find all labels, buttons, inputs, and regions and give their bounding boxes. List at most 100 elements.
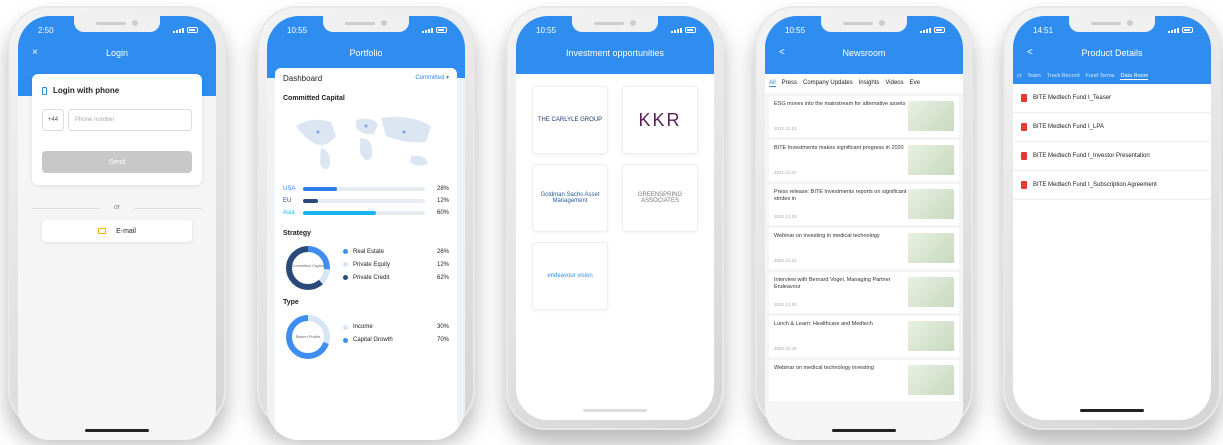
news-tab[interactable]: Company Updates — [803, 80, 853, 87]
document-row[interactable]: BITE Medtech Fund I_Teaser — [1013, 84, 1211, 113]
pdf-icon — [1021, 94, 1027, 102]
document-name: BITE Medtech Fund I_LPA — [1033, 124, 1104, 130]
clock: 10:55 — [536, 25, 557, 35]
strategy-row: Committed Capital Real Estate 26% Private E… — [283, 243, 449, 293]
region-label: Asia — [283, 210, 295, 216]
region-track — [303, 211, 425, 215]
news-thumbnail — [908, 233, 954, 263]
news-text: Webinar on medical technology investing — [774, 365, 908, 396]
phone-portfolio: 10:55 Portfolio Dashboard Committed ▾ Com… — [257, 6, 475, 440]
product-tab[interactable]: Fund Terms — [1086, 73, 1115, 80]
news-item[interactable]: Webinar on medical technology investing — [769, 360, 959, 401]
country-code-select[interactable]: +44 — [42, 109, 64, 131]
signal-icon — [1168, 27, 1179, 33]
news-headline: Press release: BITE Investments reports … — [774, 189, 907, 202]
region-bar-row: EU 12% — [283, 198, 449, 204]
page-title: Login — [105, 48, 129, 58]
news-tab[interactable]: Press — [782, 80, 797, 87]
email-login-button[interactable]: E-mail — [42, 220, 192, 242]
news-thumbnail — [908, 101, 954, 131]
product-tab[interactable]: Data Room — [1120, 73, 1149, 80]
legend-label: Income — [353, 324, 373, 330]
document-name: BITE Medtech Fund I_Investor Presentatio… — [1033, 153, 1150, 159]
back-icon[interactable]: < — [779, 40, 785, 66]
world-map-graphic — [296, 117, 431, 170]
login-method-label: Login with phone — [53, 86, 120, 95]
strategy-center-label: Committed Capital — [292, 263, 325, 268]
product-tab[interactable]: ct — [1017, 73, 1021, 80]
news-text: Press release: BITE Investments reports … — [774, 189, 908, 220]
back-icon[interactable]: < — [1027, 40, 1033, 66]
phone-icon — [42, 86, 47, 95]
legend-pct: 62% — [436, 274, 449, 281]
document-row[interactable]: BITE Medtech Fund I_LPA — [1013, 113, 1211, 142]
type-center-label: Return Profile — [296, 334, 321, 339]
news-thumbnail — [908, 145, 954, 175]
news-item[interactable]: ESG moves into the mainstream for altern… — [769, 96, 959, 137]
battery-icon — [934, 27, 945, 33]
news-item[interactable]: Press release: BITE Investments reports … — [769, 184, 959, 225]
fund-logo-card[interactable]: GREENSPRING ASSOCIATES — [622, 164, 698, 232]
news-tab[interactable]: Videos — [885, 80, 903, 87]
news-text: BITE Investments makes significant progr… — [774, 145, 908, 176]
app-showcase: 2:50 × Login Login with phone +44 Phone nu… — [0, 0, 1223, 445]
login-method: Login with phone — [42, 86, 192, 95]
fund-logo-card[interactable]: Goldman Sachs Asset Management — [532, 164, 608, 232]
legend-dot — [343, 337, 348, 343]
investments-screen: 10:55 Investment opportunities THE CARLY… — [516, 16, 714, 420]
news-item[interactable]: Webinar on investing in medical technolo… — [769, 228, 959, 269]
home-indicator — [85, 429, 149, 432]
phone-row: +44 Phone number — [42, 109, 192, 131]
signal-icons — [920, 27, 945, 33]
news-list: ESG moves into the mainstream for altern… — [765, 96, 963, 401]
news-item[interactable]: Interview with Bernard Vogel, Managing P… — [769, 272, 959, 313]
news-headline: Lunch & Learn: Healthcare and Medtech — [774, 321, 873, 327]
document-row[interactable]: BITE Medtech Fund I_Subscription Agreeme… — [1013, 171, 1211, 200]
product-tab[interactable]: Track Record — [1047, 73, 1080, 80]
strategy-legend-item: Private Credit 62% — [343, 275, 449, 281]
news-date: 2020.12.18 — [774, 214, 797, 219]
news-tab[interactable]: Eve — [910, 80, 920, 87]
send-button[interactable]: Send — [42, 151, 192, 173]
news-headline: Webinar on medical technology investing — [774, 365, 874, 371]
phone-input[interactable]: Phone number — [68, 109, 192, 131]
news-item[interactable]: Lunch & Learn: Healthcare and Medtech 202… — [769, 316, 959, 357]
news-tab[interactable]: All — [769, 80, 776, 87]
fund-logo-card[interactable]: KKR — [622, 86, 698, 154]
page-title: Product Details — [1081, 48, 1143, 58]
fund-logo-card[interactable]: endeavour vision — [532, 242, 608, 310]
or-divider: or — [32, 204, 202, 211]
signal-icon — [671, 27, 682, 33]
notch — [323, 16, 409, 32]
signal-icons — [173, 27, 198, 33]
notch — [74, 16, 160, 32]
page-title: Portfolio — [349, 48, 383, 58]
legend-dot — [343, 262, 348, 267]
news-tab[interactable]: Insights — [859, 80, 880, 87]
strategy-legend-item: Private Equity 12% — [343, 262, 449, 268]
fund-logo-card[interactable]: THE CARLYLE GROUP — [532, 86, 608, 154]
news-thumbnail — [908, 189, 954, 219]
news-thumbnail — [908, 365, 954, 395]
region-track — [303, 187, 425, 191]
login-card: Login with phone +44 Phone number Send — [32, 74, 202, 185]
news-text: ESG moves into the mainstream for altern… — [774, 101, 908, 132]
region-fill — [303, 187, 338, 191]
signal-icon — [422, 27, 433, 33]
envelope-icon — [98, 228, 107, 234]
legend-label: Capital Growth — [353, 337, 393, 343]
notch — [821, 16, 907, 32]
close-icon[interactable]: × — [32, 40, 38, 66]
committed-dropdown[interactable]: Committed ▾ — [415, 74, 449, 83]
clock: 14:51 — [1033, 25, 1054, 35]
legend-pct: 12% — [436, 261, 449, 268]
signal-icons — [671, 27, 696, 33]
pdf-icon — [1021, 123, 1027, 131]
region-bars: USA 28% EU 12% Asia 60% — [283, 186, 449, 216]
battery-icon — [436, 27, 447, 33]
signal-icons — [1168, 27, 1193, 33]
document-row[interactable]: BITE Medtech Fund I_Investor Presentatio… — [1013, 142, 1211, 171]
phone-investments: 10:55 Investment opportunities THE CARLY… — [506, 6, 724, 430]
product-tab[interactable]: Team — [1027, 73, 1040, 80]
news-item[interactable]: BITE Investments makes significant progr… — [769, 140, 959, 181]
